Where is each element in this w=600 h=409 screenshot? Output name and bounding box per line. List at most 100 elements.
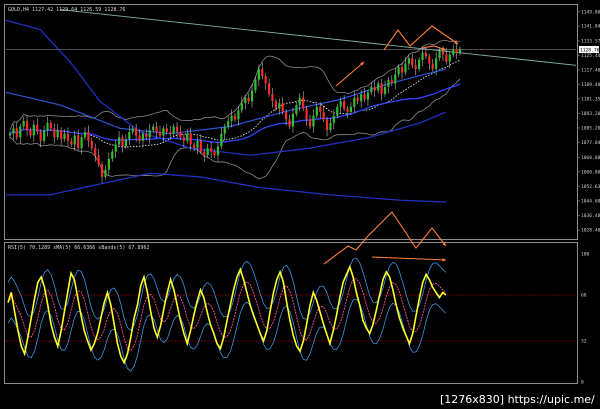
y-tick-label: 1141.84: [581, 24, 600, 30]
candle-body: [414, 65, 417, 69]
candle-body: [203, 151, 206, 156]
candle-body: [360, 94, 363, 102]
y-tick-label: 1052.63: [581, 184, 600, 190]
lower-envelope: [9, 78, 461, 180]
candle-body: [319, 106, 322, 113]
candle-body: [329, 122, 332, 131]
annotation-rsi-flat: [371, 256, 447, 261]
candle-body: [411, 58, 414, 66]
candle-body: [162, 128, 165, 136]
candle-body: [353, 97, 356, 107]
candle-body: [32, 124, 35, 136]
y-tick-label: 1077.04: [581, 140, 600, 146]
watermark: [1276x830] https://upic.me/: [440, 393, 595, 406]
price-panel-frame: [4, 4, 578, 240]
candle-body: [29, 130, 32, 136]
rsi-header: RSI(5) 70.1289 sMA(5) 66.6366 sBands(5) …: [8, 245, 149, 251]
candle-body: [186, 133, 189, 141]
annotation-rsi-flat-head: [442, 258, 446, 262]
candle-body: [114, 144, 117, 152]
candle-body: [363, 94, 366, 100]
candle-body: [196, 140, 199, 149]
candle-body: [111, 151, 114, 159]
candle-body: [394, 74, 397, 84]
rsi-line: [7, 264, 447, 365]
candle-body: [121, 137, 124, 147]
candle-body: [128, 131, 131, 140]
candle-body: [49, 122, 53, 129]
candle-body: [339, 101, 342, 107]
candle-body: [220, 133, 223, 147]
candle-body: [230, 115, 233, 122]
candle-body: [390, 79, 393, 84]
candle-body: [87, 131, 90, 141]
candle-body: [452, 49, 455, 55]
candle-body: [308, 119, 312, 127]
candle-body: [192, 144, 196, 149]
blue-ma-mid: [5, 68, 447, 135]
annotation-arrow-up: [335, 61, 365, 87]
price-axis: 1149.80 1141.84 1133.57 1125.44 1117.40 1109.…: [577, 9, 600, 234]
candle-body: [189, 133, 192, 145]
trendline: [59, 9, 577, 66]
candle-body: [56, 130, 59, 138]
y-tick-label: 1109.48: [581, 82, 600, 88]
candle-body: [77, 135, 80, 149]
candle-body: [158, 131, 162, 136]
candle-body: [39, 131, 42, 141]
candle-body: [428, 56, 431, 64]
candle-body: [325, 119, 329, 131]
candle-body: [250, 90, 254, 102]
candle-body: [257, 68, 260, 80]
candle-body: [370, 86, 373, 93]
candle-body: [407, 58, 410, 64]
annotation-arrow-small-head: [442, 47, 446, 51]
candle-body: [175, 126, 179, 132]
candle-body: [448, 54, 451, 62]
candle-body: [124, 139, 128, 147]
y-tick-label: 1101.35: [581, 96, 600, 102]
candle-body: [438, 50, 441, 59]
candle-body: [90, 140, 93, 149]
candle-body: [254, 79, 257, 91]
annotation-arrow-wave: [383, 25, 459, 51]
candle-body: [60, 130, 63, 140]
candle-body: [172, 126, 175, 134]
price-header: GOLD,H4 1127.42 1129.64 1126.59 1128.76: [8, 7, 125, 13]
candle-body: [206, 148, 209, 156]
candle-body: [131, 128, 134, 132]
candle-body: [155, 126, 158, 132]
rsi-series: 100 68 32 0: [6, 252, 590, 386]
candle-body: [70, 140, 73, 145]
candle-body: [261, 68, 264, 77]
candle-body: [148, 130, 151, 138]
candle-body: [73, 135, 76, 145]
candle-body: [199, 140, 203, 152]
candle-body: [288, 119, 291, 127]
candle-body: [240, 103, 243, 111]
candle-body: [25, 121, 29, 131]
candle-body: [36, 124, 39, 132]
candle-body: [53, 128, 56, 138]
candle-body: [397, 67, 400, 75]
candle-body: [322, 112, 325, 120]
candle-body: [417, 59, 421, 69]
candle-body: [152, 126, 155, 131]
candle-body: [458, 49, 462, 53]
candle-body: [271, 94, 274, 102]
rsi-panel-frame: [4, 242, 578, 384]
gold-h4-chart: 1149.80 1141.84 1133.57 1125.44 1117.40 1109.…: [4, 4, 600, 409]
candle-body: [315, 106, 318, 116]
y-tick-label: 1117.40: [581, 68, 600, 74]
rsi-lower-band: [7, 298, 447, 372]
candle-body: [227, 121, 230, 127]
candle-body: [295, 104, 298, 114]
candle-body: [380, 83, 383, 95]
candle-body: [349, 106, 353, 113]
price-overlays: [5, 9, 577, 203]
candle-body: [400, 67, 404, 73]
candle-body: [19, 126, 22, 138]
candle-body: [336, 106, 339, 116]
candle-body: [332, 115, 335, 123]
candle-body: [281, 103, 284, 113]
